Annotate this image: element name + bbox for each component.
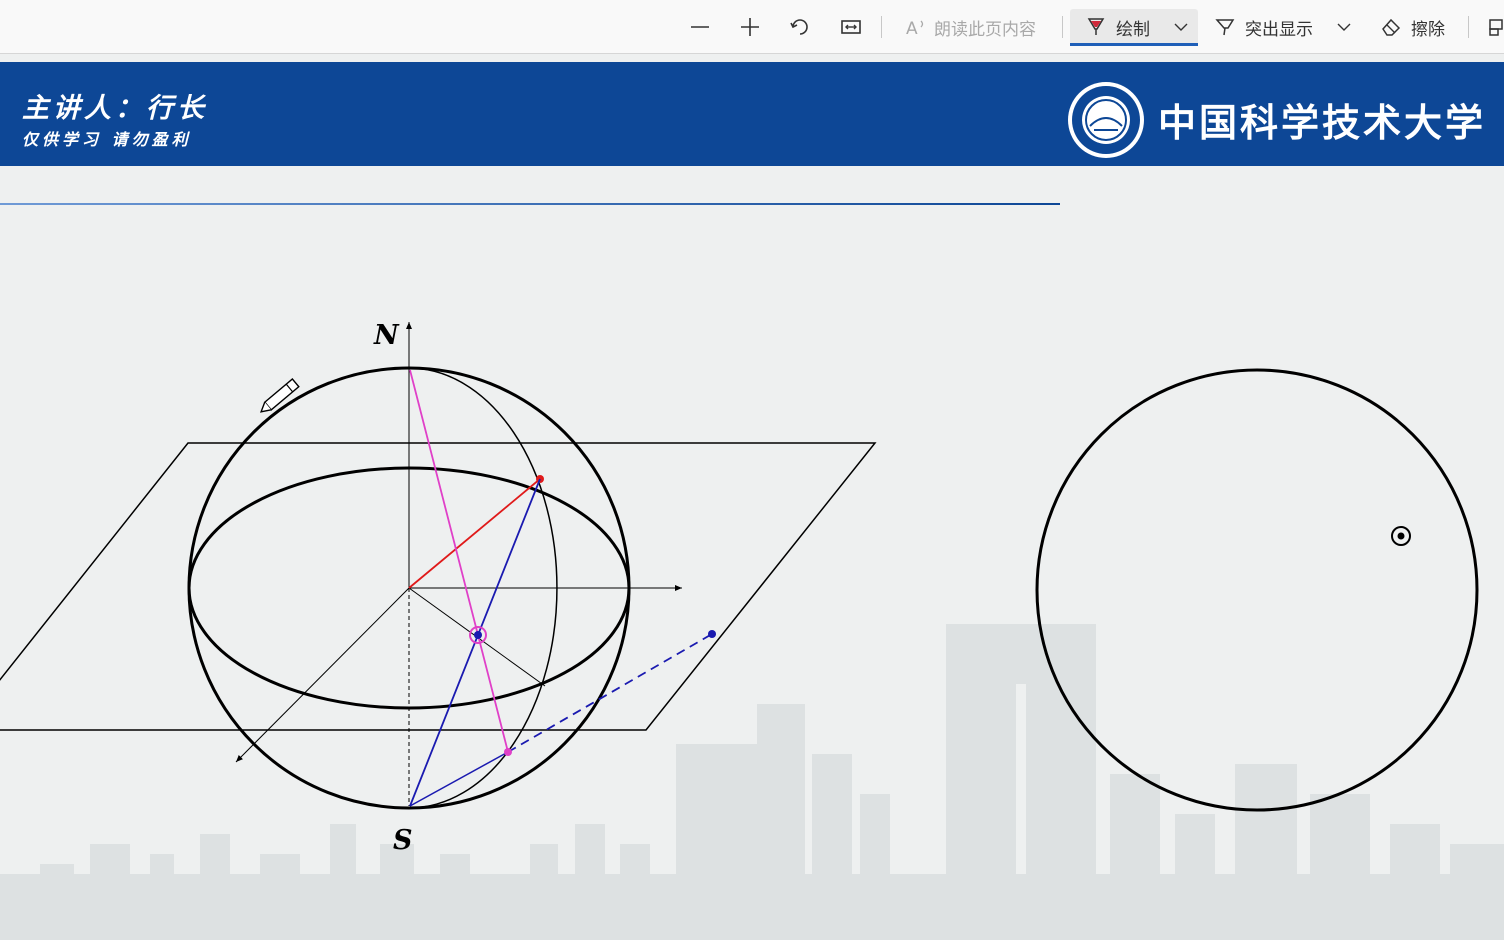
draw-button[interactable]: 绘制 — [1070, 9, 1198, 45]
erase-label: 擦除 — [1411, 19, 1445, 40]
active-tool-indicator — [1070, 43, 1198, 46]
rotate-icon — [790, 19, 808, 35]
chevron-down-icon[interactable] — [1335, 18, 1353, 36]
draw-label: 绘制 — [1116, 19, 1150, 40]
chevron-down-icon[interactable] — [1172, 18, 1190, 36]
toolbar-divider — [881, 16, 882, 38]
projection-plane — [0, 442, 877, 731]
draw-pen-icon — [1087, 18, 1105, 35]
toolbar-divider — [1468, 16, 1469, 38]
intersection-point — [474, 631, 482, 639]
plus-icon — [741, 18, 759, 36]
zoom-in-button[interactable] — [738, 9, 762, 45]
fit-width-button[interactable] — [839, 9, 863, 45]
projected-circle — [1035, 368, 1479, 812]
x-axis — [235, 587, 410, 763]
eraser-icon — [1382, 18, 1401, 36]
minus-icon — [691, 26, 709, 28]
svg-text:A: A — [906, 19, 918, 39]
red-radius — [408, 478, 541, 589]
rotate-button[interactable] — [788, 9, 812, 45]
read-aloud-icon: A — [906, 19, 924, 39]
erase-button[interactable]: 擦除 — [1379, 9, 1445, 45]
read-aloud-button[interactable]: A 朗读此页内容 — [904, 9, 1036, 45]
north-pole-label: N — [373, 320, 400, 351]
zoom-out-button[interactable] — [688, 9, 712, 45]
south-pole-label: S — [393, 825, 413, 856]
fit-width-icon — [841, 20, 861, 34]
read-aloud-label: 朗读此页内容 — [934, 19, 1036, 40]
slide-page: 主讲人：行长 仅供学习 请勿盈利 中国科学技术大学 N S — [0, 54, 1504, 940]
toolbar-divider — [1062, 16, 1063, 38]
more-options-button[interactable] — [1486, 9, 1504, 45]
overflow-icon — [1489, 19, 1503, 36]
highlighter-icon — [1215, 19, 1235, 36]
blue-chord — [409, 751, 509, 807]
pdf-toolbar: A 朗读此页内容 绘制 突出显示 擦除 — [0, 0, 1504, 54]
blue-point — [708, 630, 716, 638]
projected-point — [1397, 532, 1405, 540]
pink-point — [504, 748, 512, 756]
stereographic-projection-figure: N S — [0, 320, 1479, 856]
highlight-label: 突出显示 — [1245, 19, 1313, 40]
pink-line — [409, 369, 509, 753]
highlight-button[interactable]: 突出显示 — [1213, 9, 1353, 45]
